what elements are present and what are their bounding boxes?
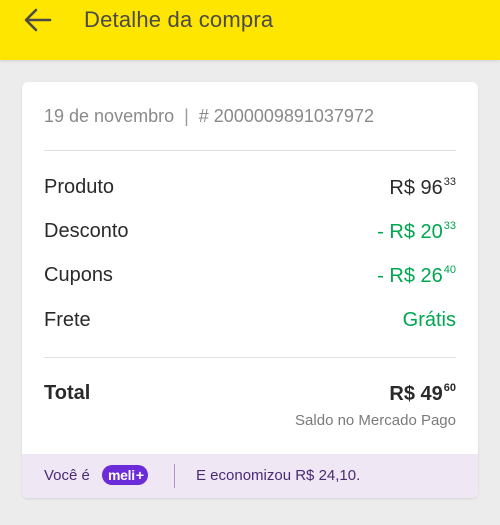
app-bar: Detalhe da compra xyxy=(0,0,500,60)
divider xyxy=(44,357,456,358)
summary-row-desconto: Desconto - R$ 2033 xyxy=(44,220,456,250)
back-button[interactable] xyxy=(18,0,58,40)
savings-text: E economizou R$ 24,10. xyxy=(196,467,361,484)
row-label: Produto xyxy=(44,176,115,198)
arrow-left-icon xyxy=(24,8,52,32)
banner-separator xyxy=(174,464,175,488)
row-value: R$ 9633 xyxy=(389,176,456,199)
order-id: # 2000009891037972 xyxy=(198,106,374,126)
meta-separator: | xyxy=(184,106,189,126)
row-label: Cupons xyxy=(44,264,113,286)
summary-row-produto: Produto R$ 9633 xyxy=(44,176,456,206)
payment-method-note: Saldo no Mercado Pago xyxy=(295,412,456,429)
total-value: R$ 4960 xyxy=(389,382,456,405)
row-value: - R$ 2640 xyxy=(377,264,456,287)
summary-row-cupons: Cupons - R$ 2640 xyxy=(44,264,456,294)
meli-plus-banner: Você é meli+ E economizou R$ 24,10. xyxy=(22,454,478,498)
total-row: Total R$ 4960 xyxy=(44,382,456,412)
total-label: Total xyxy=(44,382,91,404)
row-label: Desconto xyxy=(44,220,129,242)
divider xyxy=(44,150,456,151)
meli-plus-prefix: Você é xyxy=(44,467,90,484)
meli-plus-badge: meli+ xyxy=(102,465,148,485)
row-value: Grátis xyxy=(402,309,456,331)
purchase-date: 19 de novembro xyxy=(44,106,175,126)
purchase-detail-card: 19 de novembro | # 2000009891037972 Produt… xyxy=(22,82,478,498)
purchase-meta: 19 de novembro | # 2000009891037972 xyxy=(44,106,374,127)
page-title: Detalhe da compra xyxy=(84,7,274,32)
row-label: Frete xyxy=(44,309,91,331)
summary-row-frete: Frete Grátis xyxy=(44,309,456,339)
row-value: - R$ 2033 xyxy=(377,220,456,243)
